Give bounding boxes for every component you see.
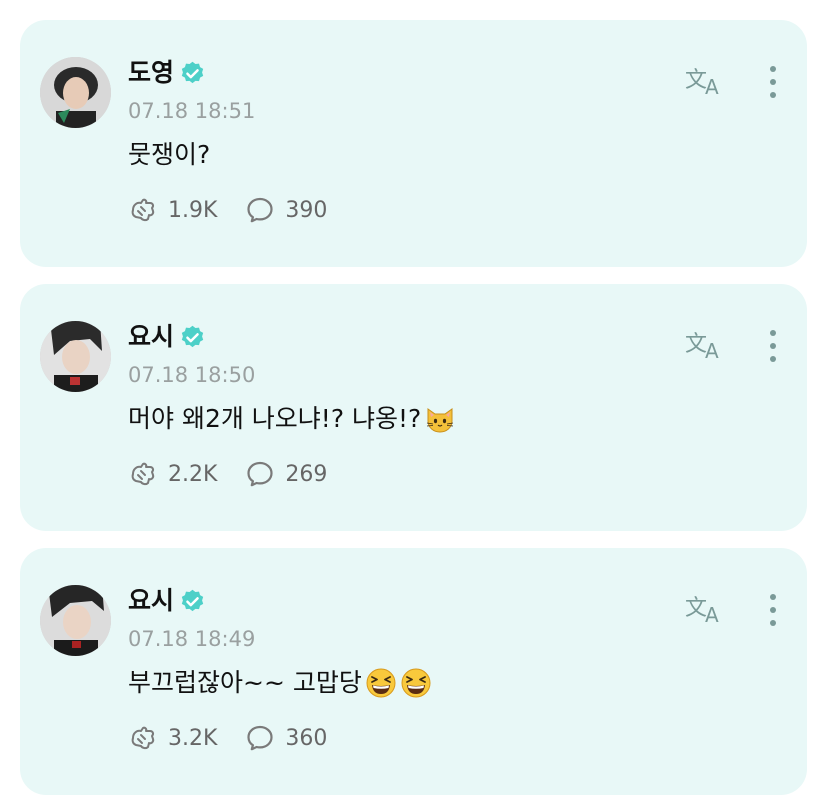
svg-text:A: A [705, 75, 719, 98]
svg-text:A: A [705, 339, 719, 362]
post-text: 뭇쟁이? [128, 137, 210, 173]
like-hands-icon[interactable] [128, 195, 158, 225]
comment-bubble-icon[interactable] [245, 459, 275, 489]
comment-count: 269 [285, 461, 328, 487]
like-count: 1.9K [168, 197, 218, 223]
verified-badge-icon [181, 325, 204, 347]
post-text-content: 뭇쟁이? [128, 140, 211, 169]
comment-count: 360 [285, 725, 328, 751]
svg-text:文: 文 [685, 68, 707, 93]
avatar[interactable] [40, 57, 111, 128]
like-hands-icon[interactable] [128, 459, 158, 489]
cat-face-emoji [427, 408, 454, 433]
svg-text:文: 文 [685, 332, 707, 357]
post-text-content: 부끄럽잖아~~ 고맙당 [128, 668, 362, 697]
avatar[interactable] [40, 585, 111, 656]
more-vertical-icon[interactable] [762, 64, 784, 100]
author-name[interactable]: 요시 [128, 322, 174, 352]
author-name[interactable]: 요시 [128, 586, 174, 616]
translate-icon[interactable]: 文A [684, 60, 726, 98]
post-card[interactable]: 도영 07.18 18:51 뭇쟁이? 1.9K 390 文A [20, 20, 807, 267]
grinning-squinting-face-emoji [366, 668, 396, 698]
translate-icon[interactable]: 文A [684, 324, 726, 362]
post-timestamp: 07.18 18:49 [128, 627, 256, 651]
like-hands-icon[interactable] [128, 723, 158, 753]
post-text: 부끄럽잖아~~ 고맙당 [128, 665, 432, 701]
translate-icon[interactable]: 文A [684, 588, 726, 626]
comment-count: 390 [285, 197, 328, 223]
post-card[interactable]: 요시 07.18 18:50 머야 왜2개 나오냐!? 냐옹!? 2.2K 26… [20, 284, 807, 531]
post-card[interactable]: 요시 07.18 18:49 부끄럽잖아~~ 고맙당 3.2K 360 文A [20, 548, 807, 795]
like-count: 2.2K [168, 461, 218, 487]
post-text-content: 머야 왜2개 나오냐!? 냐옹!? [128, 404, 422, 433]
post-timestamp: 07.18 18:51 [128, 99, 256, 123]
comment-bubble-icon[interactable] [245, 195, 275, 225]
like-count: 3.2K [168, 725, 218, 751]
comment-bubble-icon[interactable] [245, 723, 275, 753]
verified-badge-icon [181, 61, 204, 83]
verified-badge-icon [181, 589, 204, 611]
more-vertical-icon[interactable] [762, 328, 784, 364]
more-vertical-icon[interactable] [762, 592, 784, 628]
author-name[interactable]: 도영 [128, 58, 174, 88]
avatar[interactable] [40, 321, 111, 392]
svg-text:文: 文 [685, 596, 707, 621]
post-text: 머야 왜2개 나오냐!? 냐옹!? [128, 401, 456, 437]
post-timestamp: 07.18 18:50 [128, 363, 256, 387]
grinning-squinting-face-emoji [401, 668, 431, 698]
svg-text:A: A [705, 603, 719, 626]
